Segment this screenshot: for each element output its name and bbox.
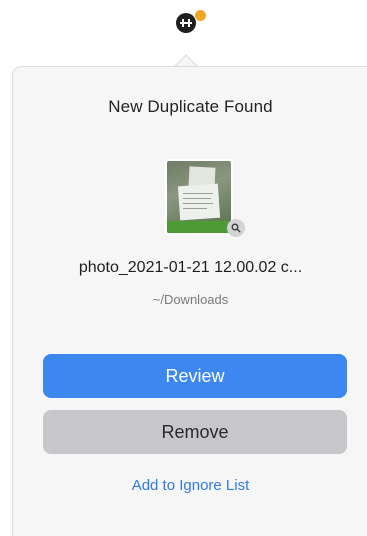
notification-badge [195,10,206,21]
duplicate-finder-app-icon [180,19,192,27]
file-location: ~/Downloads [152,292,229,307]
app-menubar-icon[interactable] [176,13,196,33]
photo-thumbnail [167,161,231,233]
remove-button[interactable]: Remove [43,410,347,454]
quick-look-button[interactable] [227,219,245,237]
add-to-ignore-list-link[interactable]: Add to Ignore List [13,477,367,494]
screen: New Duplicate Found photo_2021-01-21 12.… [0,0,367,536]
magnifier-icon [231,223,241,233]
duplicate-popover: New Duplicate Found photo_2021-01-21 12.… [12,66,367,536]
review-button[interactable]: Review [43,354,347,398]
file-thumbnail[interactable] [165,159,233,235]
popover-title: New Duplicate Found [108,97,273,116]
file-name: photo_2021-01-21 12.00.02 c... [78,259,303,276]
